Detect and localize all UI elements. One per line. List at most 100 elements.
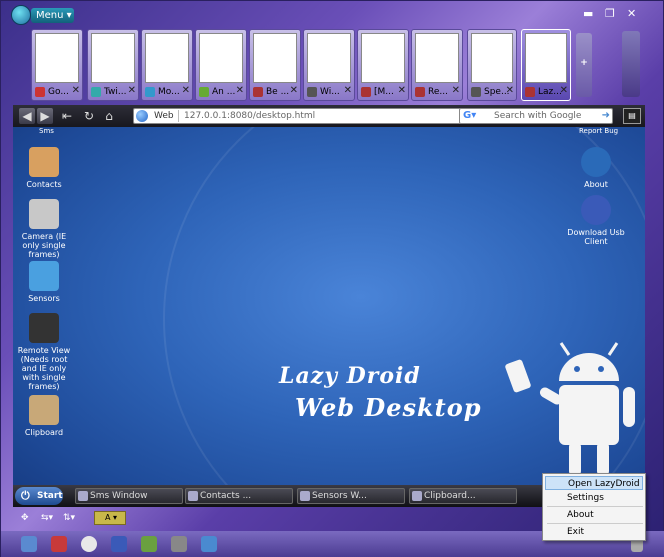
panels-icon[interactable]: ⇆▾ <box>41 513 53 523</box>
app-icon <box>29 261 59 291</box>
desktop-icon[interactable]: Remote View (Needs root and IE only with… <box>13 313 75 391</box>
app-icon <box>29 395 59 425</box>
taskbar-window-label: Clipboard... <box>424 491 476 501</box>
favicon-icon <box>307 87 317 97</box>
browser-tab[interactable]: Wi... ✕ <box>303 29 355 101</box>
menu-button[interactable]: Menu ▾ <box>31 8 74 23</box>
rewind-icon[interactable]: ⇤ <box>59 108 75 124</box>
app-icon-3[interactable] <box>111 536 127 552</box>
close-icon[interactable]: ✕ <box>452 85 460 96</box>
close-icon[interactable]: ✕ <box>398 85 406 96</box>
back-icon[interactable]: ◀ <box>19 108 35 124</box>
close-icon[interactable]: ✕ <box>72 85 80 96</box>
search-go-icon[interactable]: ➜ <box>602 110 610 121</box>
app-icon <box>29 313 59 343</box>
taskbar-window-button[interactable]: Sms Window <box>75 488 183 504</box>
close-icon[interactable]: ✕ <box>506 85 514 96</box>
zoom-control[interactable]: A ▾ <box>94 511 126 525</box>
app-icon-5[interactable] <box>201 536 217 552</box>
restore-button[interactable]: ❐ <box>605 7 615 20</box>
google-icon[interactable]: G▾ <box>463 110 476 121</box>
browser-window: Menu ▾ ▬ ❐ ✕ Go... ✕ Twi... ✕ Mo... ✕ An ... ✕ B… <box>0 0 664 557</box>
favicon-icon <box>525 87 535 97</box>
favicon-icon <box>145 87 155 97</box>
menu-item-open-lazydroid[interactable]: Open LazyDroid <box>545 476 643 490</box>
home-icon[interactable]: ⌂ <box>101 108 117 124</box>
web-desktop: Sms Report Bug Contacts Camera (IE only s… <box>13 127 645 504</box>
close-window-button[interactable]: ✕ <box>627 7 636 20</box>
desktop-icon-label: Download Usb Client <box>567 228 625 246</box>
panel-icon[interactable]: ▤ <box>623 108 641 124</box>
browser-tab[interactable]: Be ... ✕ <box>249 29 301 101</box>
browser-tab[interactable]: Laz... ✕ <box>521 29 571 101</box>
desktop-icon[interactable]: Clipboard <box>13 395 75 437</box>
menu-item-about[interactable]: About <box>545 508 643 522</box>
app-icon <box>581 195 611 225</box>
new-tab-button[interactable]: + <box>576 33 592 97</box>
menu-divider <box>547 523 643 524</box>
trash-icon[interactable] <box>622 31 640 97</box>
app-icon-4[interactable] <box>171 536 187 552</box>
browser-tab[interactable]: Go... ✕ <box>31 29 83 101</box>
move-icon[interactable]: ✥ <box>21 513 29 523</box>
taskbar-window-button[interactable]: Clipboard... <box>409 488 517 504</box>
favicon-icon <box>361 87 371 97</box>
menu-item-settings[interactable]: Settings <box>545 491 643 505</box>
taskbar-window-label: Sms Window <box>90 491 148 501</box>
browser-tab[interactable]: [M... ✕ <box>357 29 409 101</box>
android-app-icon[interactable] <box>141 536 157 552</box>
reload-icon[interactable]: ↻ <box>81 108 97 124</box>
address-mode: Web <box>154 111 174 121</box>
desktop-icon-label: Camera (IE only single frames) <box>21 232 67 259</box>
app-icon-2[interactable] <box>81 536 97 552</box>
taskbar-window-label: Contacts ... <box>200 491 252 501</box>
opera-logo-icon[interactable] <box>11 5 31 25</box>
taskbar-window-button[interactable]: Sensors W... <box>297 488 405 504</box>
transfer-icon[interactable]: ⇅▾ <box>63 513 75 523</box>
favicon-icon <box>199 87 209 97</box>
browser-tab[interactable]: Mo... ✕ <box>141 29 193 101</box>
browser-tab[interactable]: Twi... ✕ <box>87 29 139 101</box>
os-start-icon[interactable] <box>21 536 37 552</box>
desktop-icon[interactable]: Download Usb Client <box>565 195 627 246</box>
close-icon[interactable]: ✕ <box>182 85 190 96</box>
sms-label-fragment: Sms <box>39 127 54 135</box>
address-field[interactable]: Web 127.0.0.1:8080/desktop.html ▾ <box>133 108 469 124</box>
app-icon <box>581 147 611 177</box>
address-toolbar: ◀ ▶ ⇤ ↻ ⌂ Web 127.0.0.1:8080/desktop.htm… <box>13 105 645 127</box>
desktop-icon[interactable]: About <box>565 147 627 189</box>
browser-tab[interactable]: Re... ✕ <box>411 29 463 101</box>
tab-label: Go... <box>48 87 69 97</box>
desktop-icon[interactable]: Sensors <box>13 261 75 303</box>
desktop-icon-label: Sensors <box>28 294 60 303</box>
desktop-icon[interactable]: Camera (IE only single frames) <box>13 199 75 259</box>
taskbar-window-button[interactable]: Contacts ... <box>185 488 293 504</box>
close-icon[interactable]: ✕ <box>236 85 244 96</box>
tab-thumbnail <box>145 33 189 83</box>
desktop-icon[interactable]: Contacts <box>13 147 75 189</box>
app-icon-1[interactable] <box>51 536 67 552</box>
minimize-button[interactable]: ▬ <box>583 7 593 20</box>
globe-icon <box>136 110 148 122</box>
tab-thumbnail <box>307 33 351 83</box>
browser-tab[interactable]: Spe... ✕ <box>467 29 517 101</box>
forward-icon[interactable]: ▶ <box>37 108 53 124</box>
menu-item-exit[interactable]: Exit <box>545 525 643 539</box>
tab-thumbnail <box>35 33 79 83</box>
favicon-icon <box>471 87 481 97</box>
tab-label: Laz... <box>538 87 562 97</box>
close-icon[interactable]: ✕ <box>560 85 568 96</box>
close-icon[interactable]: ✕ <box>128 85 136 96</box>
close-icon[interactable]: ✕ <box>290 85 298 96</box>
tab-thumbnail <box>91 33 135 83</box>
browser-tab[interactable]: An ... ✕ <box>195 29 247 101</box>
tab-thumbnail <box>361 33 405 83</box>
window-icon <box>300 491 310 501</box>
url-text: 127.0.0.1:8080/desktop.html <box>184 111 316 121</box>
close-icon[interactable]: ✕ <box>344 85 352 96</box>
start-button[interactable]: Start <box>15 487 63 505</box>
search-input[interactable]: G▾ Search with Google ➜ <box>459 108 613 124</box>
report-bug-fragment[interactable]: Report Bug <box>579 127 618 135</box>
search-placeholder: Search with Google <box>494 111 582 121</box>
favicon-icon <box>253 87 263 97</box>
